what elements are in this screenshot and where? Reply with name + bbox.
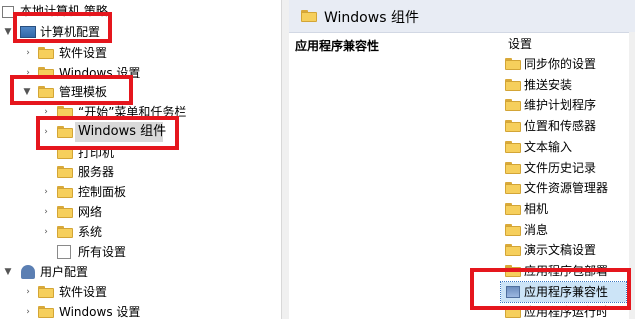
- folder-icon: [38, 47, 54, 59]
- settings-list-item-label: 消息: [524, 222, 549, 237]
- chevron-right-icon[interactable]: ›: [41, 182, 51, 202]
- settings-list-item[interactable]: 维护计划程序: [501, 95, 626, 115]
- tree-pane: 本地计算机 策略 ▼ 计算机配置 › 软件设置 › Windows 设置 ▼ 管…: [0, 0, 282, 319]
- folder-icon: [505, 202, 521, 215]
- tree-item-user-config[interactable]: 用户配置: [40, 262, 88, 282]
- settings-list-item[interactable]: 演示文稿设置: [501, 240, 626, 260]
- highlight-box-windows-components: [36, 116, 179, 150]
- chevron-right-icon[interactable]: ›: [41, 202, 51, 222]
- tree-item-server[interactable]: 服务器: [78, 162, 114, 182]
- folder-icon: [505, 120, 521, 133]
- settings-list-item[interactable]: 文件资源管理器: [501, 178, 626, 198]
- column-header-settings[interactable]: 设置: [508, 35, 532, 52]
- folder-icon: [57, 226, 73, 238]
- folder-icon: [505, 223, 521, 236]
- highlight-box-computer-config: [13, 12, 112, 43]
- tree-item-all-settings[interactable]: 所有设置: [78, 242, 126, 262]
- folder-icon: [301, 10, 317, 22]
- folder-icon: [505, 78, 521, 91]
- settings-list-item[interactable]: 文本输入: [501, 137, 626, 157]
- settings-list-item[interactable]: 相机: [501, 199, 626, 219]
- settings-list-item[interactable]: 文件历史记录: [501, 158, 626, 178]
- settings-list-item-label: 推送安装: [524, 77, 573, 92]
- folder-icon: [505, 140, 521, 153]
- details-header: Windows 组件: [289, 0, 635, 33]
- tree-item-user-windows-settings[interactable]: Windows 设置: [59, 302, 140, 322]
- tree-item-user-software-settings[interactable]: 软件设置: [59, 282, 107, 302]
- folder-icon: [38, 306, 54, 318]
- section-title: 应用程序兼容性: [295, 39, 380, 53]
- chevron-right-icon[interactable]: ›: [23, 282, 33, 302]
- folder-icon: [505, 58, 521, 70]
- folder-icon: [38, 286, 54, 298]
- settings-list-item-label: 文本输入: [524, 139, 573, 154]
- all-settings-icon: [57, 245, 71, 259]
- user-icon: [21, 265, 35, 279]
- settings-list-item-label: 相机: [524, 201, 549, 216]
- highlight-box-app-compat: [470, 268, 631, 310]
- settings-list-item[interactable]: 位置和传感器: [501, 116, 626, 136]
- settings-list-item-label: 演示文稿设置: [524, 243, 597, 258]
- pane-splitter[interactable]: [282, 0, 289, 319]
- tree-item-network[interactable]: 网络: [78, 202, 102, 222]
- settings-list-item-label: 同步你的设置: [524, 57, 597, 71]
- folder-icon: [505, 161, 521, 174]
- chevron-right-icon[interactable]: ›: [23, 302, 33, 322]
- details-header-title: Windows 组件: [324, 10, 419, 26]
- chevron-right-icon[interactable]: ›: [23, 43, 33, 63]
- tree-item-system[interactable]: 系统: [78, 222, 102, 242]
- tree-item-control-panel[interactable]: 控制面板: [78, 182, 126, 202]
- folder-icon: [57, 166, 73, 178]
- settings-list-item[interactable]: 同步你的设置: [501, 54, 626, 74]
- settings-list-item[interactable]: 推送安装: [501, 75, 626, 95]
- chevron-down-icon[interactable]: ▼: [3, 262, 13, 282]
- settings-list-item-label: 维护计划程序: [524, 98, 597, 113]
- tree-item-software-settings[interactable]: 软件设置: [59, 43, 107, 63]
- folder-icon: [505, 244, 521, 257]
- highlight-box-admin-templates: [10, 75, 133, 105]
- settings-list-item[interactable]: 消息: [501, 220, 626, 240]
- folder-icon: [505, 99, 521, 112]
- settings-list-item-label: 文件资源管理器: [524, 181, 609, 196]
- chevron-right-icon[interactable]: ›: [41, 222, 51, 242]
- settings-list-item-label: 位置和传感器: [524, 119, 597, 134]
- chevron-down-icon[interactable]: ▼: [3, 22, 13, 42]
- folder-icon: [505, 182, 521, 195]
- folder-icon: [57, 206, 73, 218]
- folder-icon: [57, 186, 73, 198]
- settings-list-item-label: 文件历史记录: [524, 160, 597, 175]
